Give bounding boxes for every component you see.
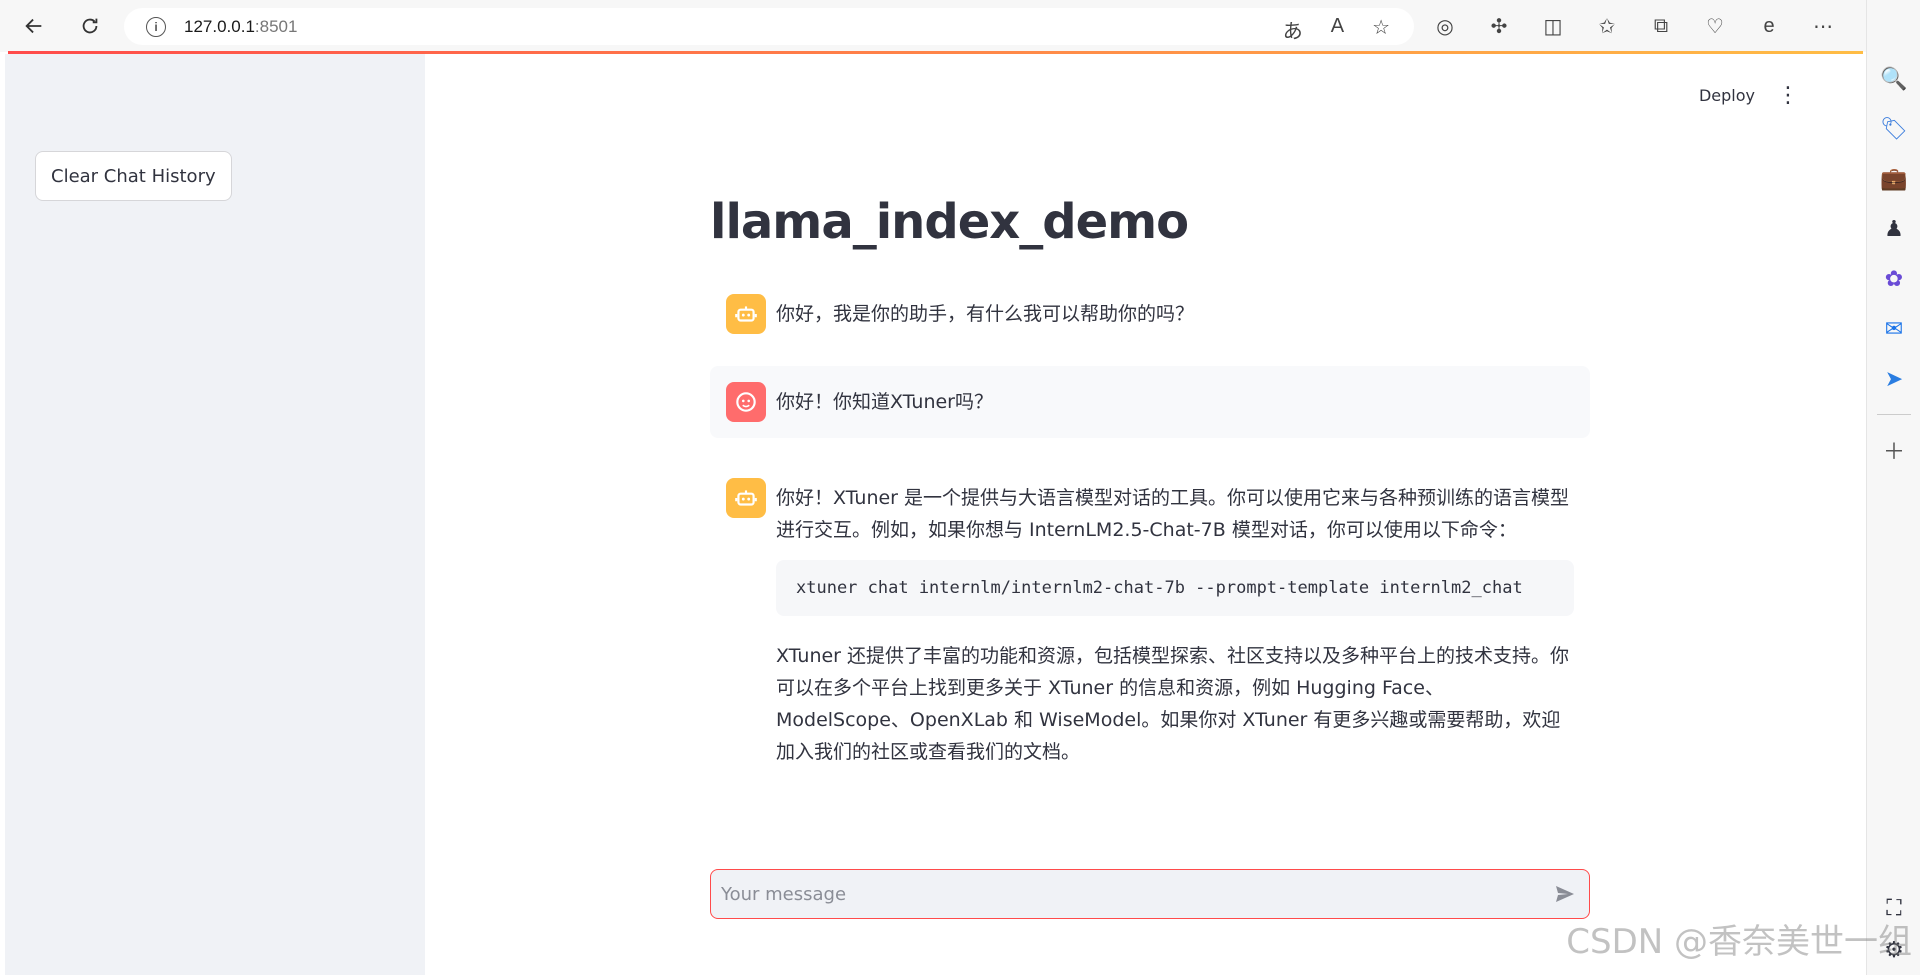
drop-icon[interactable]: ➤ <box>1867 354 1920 404</box>
robot-icon <box>735 490 757 506</box>
url-port: :8501 <box>254 16 298 36</box>
edge-icon[interactable]: e <box>1754 12 1784 40</box>
tracking-icon[interactable]: ◎ <box>1430 12 1460 40</box>
refresh-icon <box>82 18 98 34</box>
split-screen-icon[interactable]: ◫ <box>1538 12 1568 40</box>
star-icon[interactable]: ☆ <box>1372 15 1390 44</box>
page-title: llama_index_demo <box>710 194 1189 250</box>
address-bar[interactable]: i 127.0.0.1:8501 あ A ☆ <box>124 8 1414 45</box>
main-panel: Deploy ⋮ llama_index_demo 你好，我是你的助手，有什么我… <box>425 54 1865 975</box>
watermark: CSDN @香奈美世一组 <box>1566 922 1912 962</box>
url-host: 127.0.0.1 <box>184 16 255 36</box>
add-icon[interactable]: ＋ <box>1867 425 1920 475</box>
extensions-icon[interactable]: ✣ <box>1484 12 1514 40</box>
user-avatar <box>726 382 766 422</box>
send-button[interactable] <box>1541 870 1589 918</box>
message-text: 你好，我是你的助手，有什么我可以帮助你的吗？ <box>776 303 1195 325</box>
outlook-icon[interactable]: ✉ <box>1867 304 1920 354</box>
face-icon <box>736 392 756 412</box>
arrow-left-icon <box>25 18 42 34</box>
read-aloud-icon[interactable]: A <box>1331 15 1344 44</box>
more-icon[interactable]: ⋯ <box>1808 12 1838 40</box>
collections-icon[interactable]: ⧉ <box>1646 12 1676 40</box>
shopping-tag-icon[interactable]: 🏷 <box>1867 104 1920 154</box>
m365-icon[interactable]: ✿ <box>1867 254 1920 304</box>
bot-avatar <box>726 478 766 518</box>
browser-toolbar: i 127.0.0.1:8501 あ A ☆ ◎ ✣ ◫ ✩ ⧉ ♡ e ⋯ ✦ <box>0 0 1920 52</box>
deploy-button[interactable]: Deploy <box>1699 86 1755 105</box>
chat-input[interactable] <box>711 870 1541 918</box>
streamlit-app: Clear Chat History Deploy ⋮ llama_index_… <box>5 54 1865 975</box>
code-block[interactable]: xtuner chat internlm/internlm2-chat-7b -… <box>776 560 1574 616</box>
favorites-icon[interactable]: ✩ <box>1592 12 1622 40</box>
bot-avatar <box>726 294 766 334</box>
chat-content: llama_index_demo 你好，我是你的助手，有什么我可以帮助你的吗？ … <box>710 194 1590 784</box>
edge-sidebar: 🔍 🏷 💼 ♟ ✿ ✉ ➤ ＋ ⛶ ⚙ <box>1866 0 1920 975</box>
message-intro: 你好！XTuner 是一个提供与大语言模型对话的工具。你可以使用它来与各种预训练… <box>776 487 1570 541</box>
games-icon[interactable]: ♟ <box>1867 204 1920 254</box>
info-icon[interactable]: i <box>146 16 166 37</box>
menu-kebab-icon[interactable]: ⋮ <box>1777 84 1799 106</box>
chat-input-container <box>710 869 1590 919</box>
chat-message-assistant: 你好，我是你的助手，有什么我可以帮助你的吗？ <box>710 278 1590 350</box>
health-icon[interactable]: ♡ <box>1700 12 1730 40</box>
chat-message-user: 你好！你知道XTuner吗？ <box>710 366 1590 438</box>
robot-icon <box>735 306 757 322</box>
translate-icon[interactable]: あ <box>1283 15 1303 44</box>
search-icon[interactable]: 🔍 <box>1867 54 1920 104</box>
refresh-button[interactable] <box>70 6 110 46</box>
chat-message-assistant: 你好！XTuner 是一个提供与大语言模型对话的工具。你可以使用它来与各种预训练… <box>710 462 1590 784</box>
message-outro: XTuner 还提供了丰富的功能和资源，包括模型探索、社区支持以及多种平台上的技… <box>776 645 1570 763</box>
sidebar: Clear Chat History <box>5 54 425 975</box>
clear-chat-history-button[interactable]: Clear Chat History <box>35 151 232 201</box>
tools-icon[interactable]: 💼 <box>1867 154 1920 204</box>
back-button[interactable] <box>14 6 54 46</box>
send-icon <box>1556 886 1574 902</box>
message-text: 你好！你知道XTuner吗？ <box>776 391 993 413</box>
